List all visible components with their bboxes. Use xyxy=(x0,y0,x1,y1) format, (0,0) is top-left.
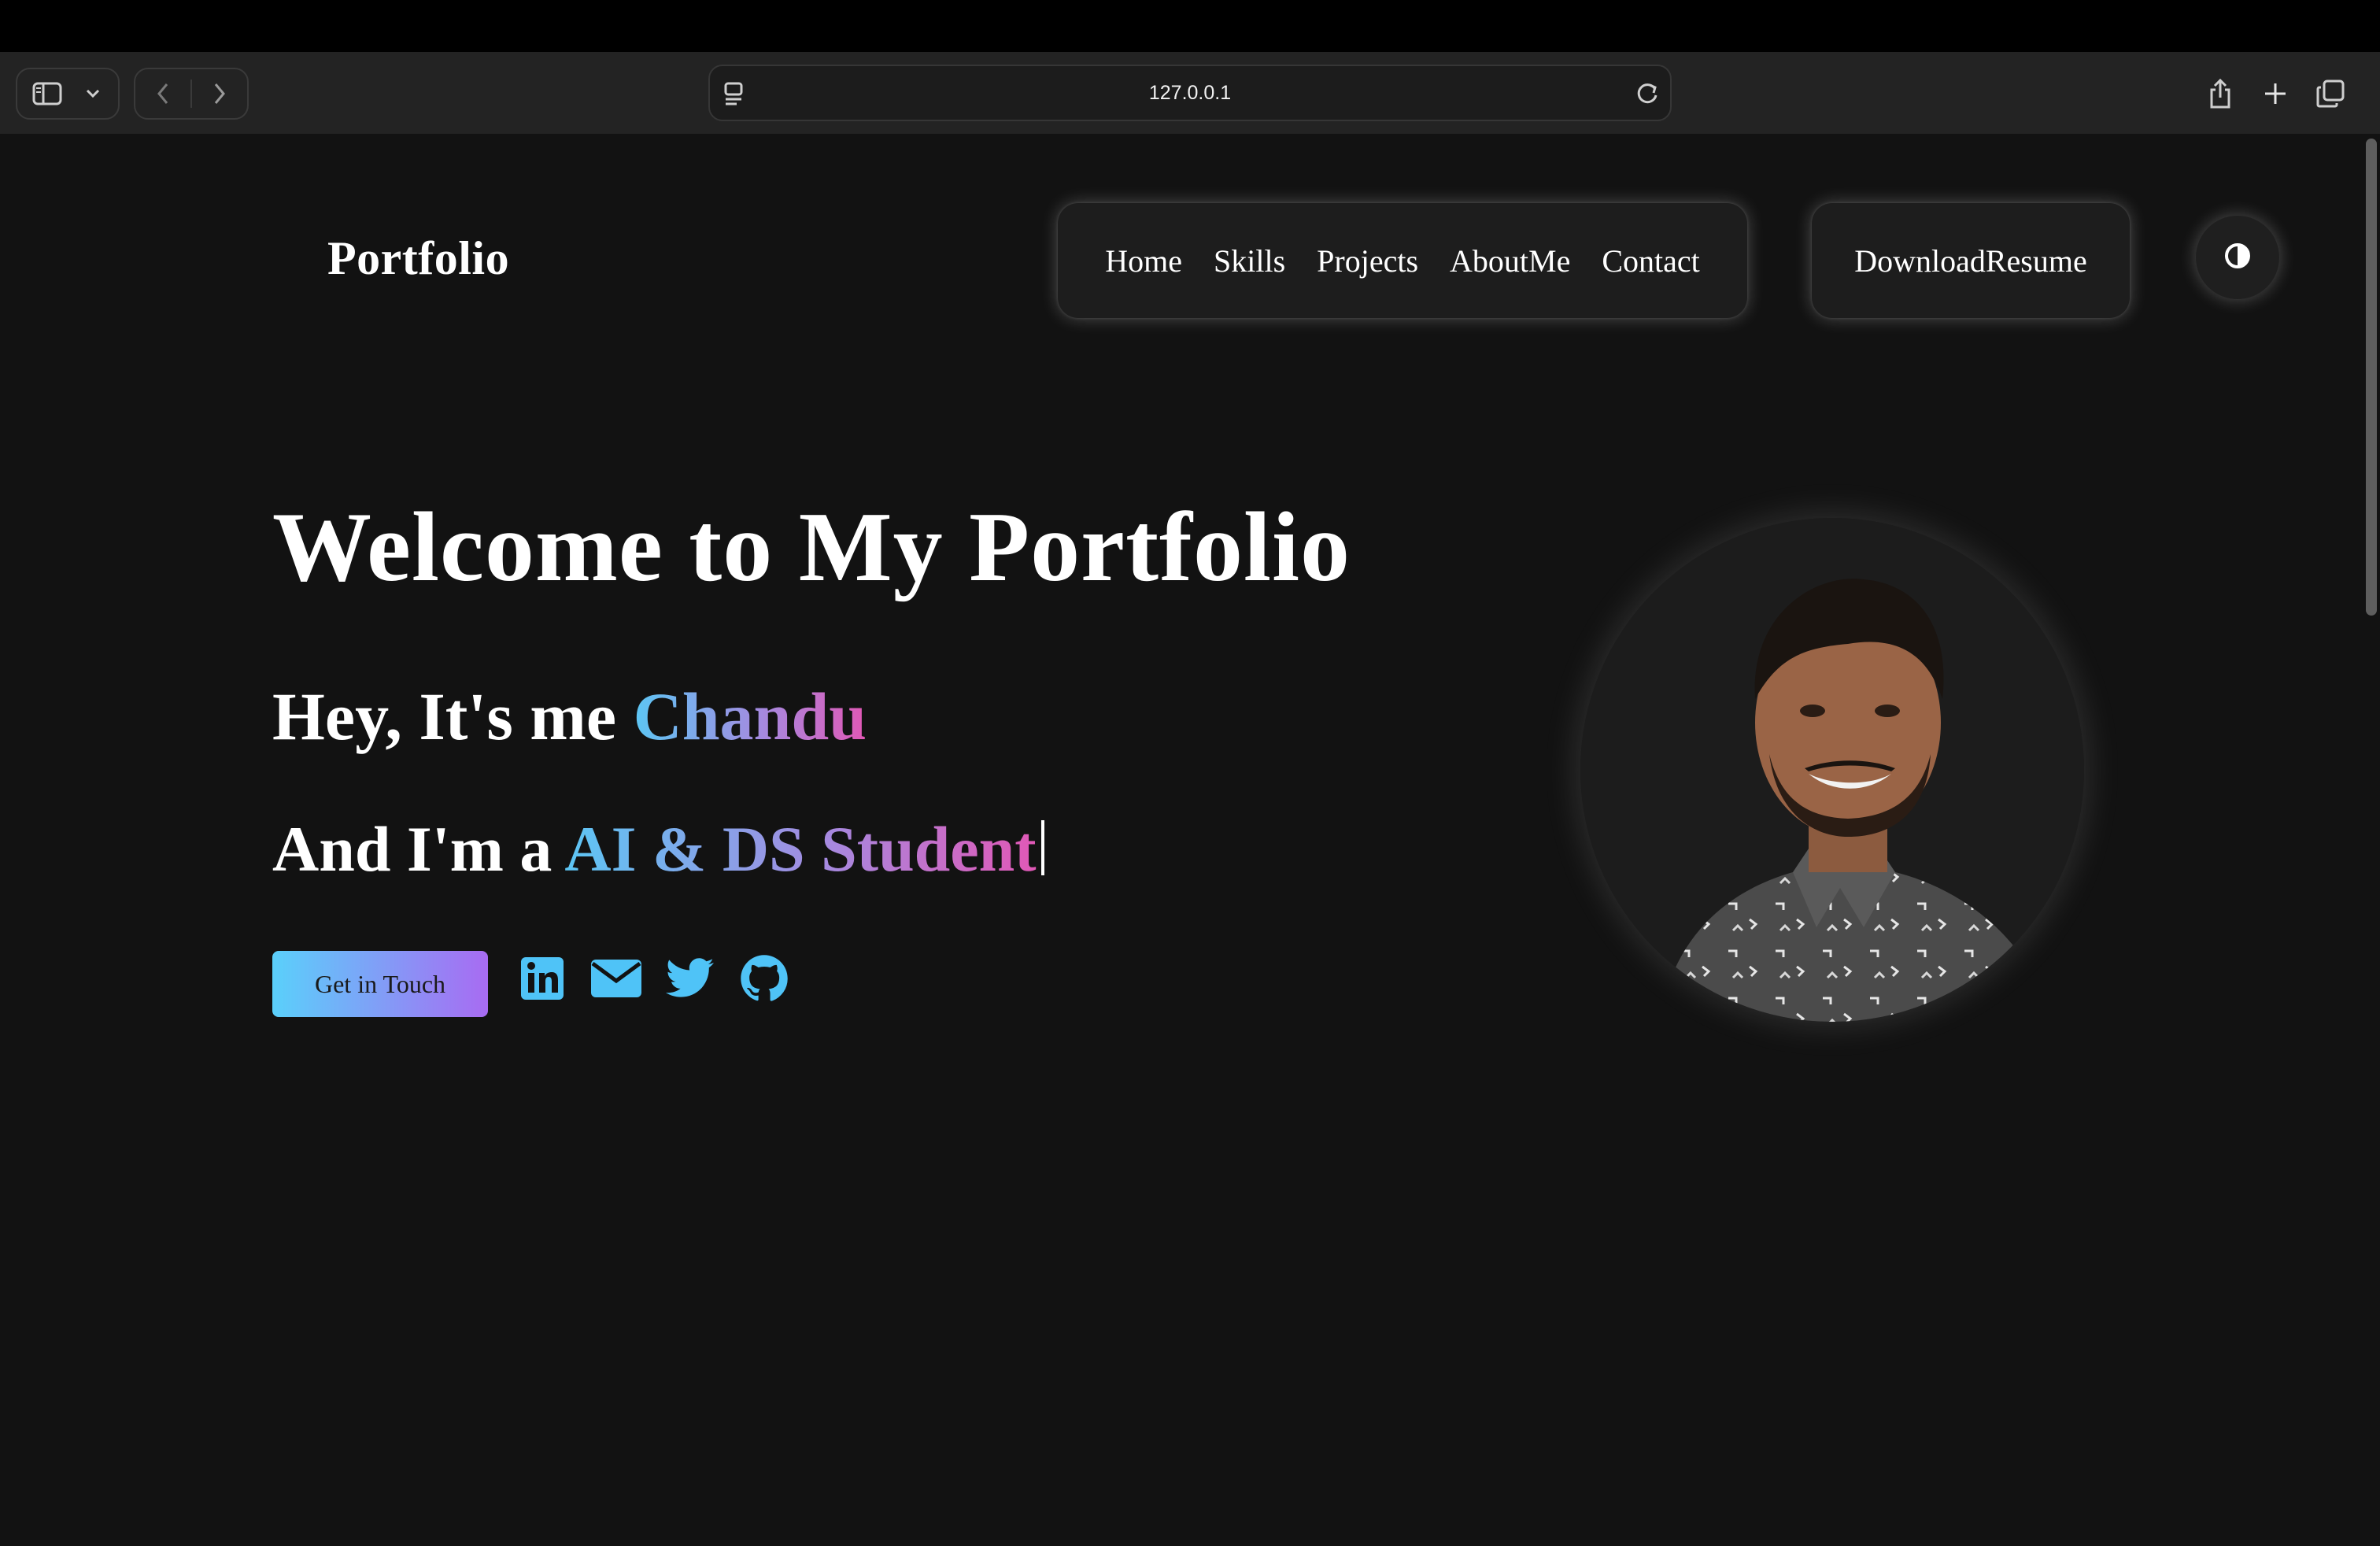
hero-greeting: Hey, It's me Chandu xyxy=(272,677,867,756)
site-logo[interactable]: Portfolio xyxy=(327,231,509,286)
github-icon[interactable] xyxy=(738,952,790,1004)
scrollbar-thumb[interactable] xyxy=(2366,139,2377,616)
scrollbar[interactable] xyxy=(2361,134,2380,1546)
linkedin-icon[interactable] xyxy=(516,952,568,1004)
role-text: AI & DS Student xyxy=(564,813,1037,885)
sidebar-toggle-group xyxy=(16,68,120,120)
typing-caret xyxy=(1040,820,1044,875)
window-actions-group xyxy=(2193,68,2358,120)
email-icon[interactable] xyxy=(590,952,642,1004)
greeting-prefix: Hey, It's me xyxy=(272,679,634,754)
url-text: 127.0.0.1 xyxy=(1148,82,1232,104)
nav-link-home[interactable]: Home xyxy=(1105,242,1182,279)
contrast-icon xyxy=(2224,242,2251,273)
share-icon[interactable] xyxy=(2193,69,2248,118)
profile-photo xyxy=(1580,518,2084,1022)
chevron-down-icon[interactable] xyxy=(77,69,109,118)
main-nav: Home Skills Projects AboutMe Contact xyxy=(1058,203,1747,318)
tab-overview-icon[interactable] xyxy=(2303,69,2358,118)
nav-link-contact[interactable]: Contact xyxy=(1602,242,1699,279)
reload-icon[interactable] xyxy=(1634,80,1661,111)
sidebar-icon[interactable] xyxy=(17,69,77,118)
theme-toggle-button[interactable] xyxy=(2196,216,2279,299)
page-viewport: Portfolio Home Skills Projects AboutMe C… xyxy=(0,134,2380,1546)
avatar xyxy=(1580,518,2084,1022)
social-links xyxy=(516,952,790,1004)
menu-bar-strip xyxy=(0,0,2380,52)
nav-link-aboutme[interactable]: AboutMe xyxy=(1450,242,1570,279)
forward-icon[interactable] xyxy=(192,69,247,118)
hero-title: Welcome to My Portfolio xyxy=(272,493,1351,602)
twitter-icon[interactable] xyxy=(664,952,716,1004)
address-bar[interactable]: 127.0.0.1 xyxy=(708,65,1672,121)
nav-link-projects[interactable]: Projects xyxy=(1317,242,1418,279)
browser-toolbar: 127.0.0.1 xyxy=(0,52,2380,135)
role-prefix: And I'm a xyxy=(272,813,565,885)
download-resume-button[interactable]: DownloadResume xyxy=(1812,203,2130,318)
get-in-touch-button[interactable]: Get in Touch xyxy=(272,951,488,1017)
back-icon[interactable] xyxy=(135,69,190,118)
nav-link-skills[interactable]: Skills xyxy=(1214,242,1285,279)
hero-role: And I'm a AI & DS Student xyxy=(272,812,1044,886)
history-nav-group xyxy=(134,68,249,120)
hero-name: Chandu xyxy=(633,679,867,754)
new-tab-icon[interactable] xyxy=(2248,69,2303,118)
